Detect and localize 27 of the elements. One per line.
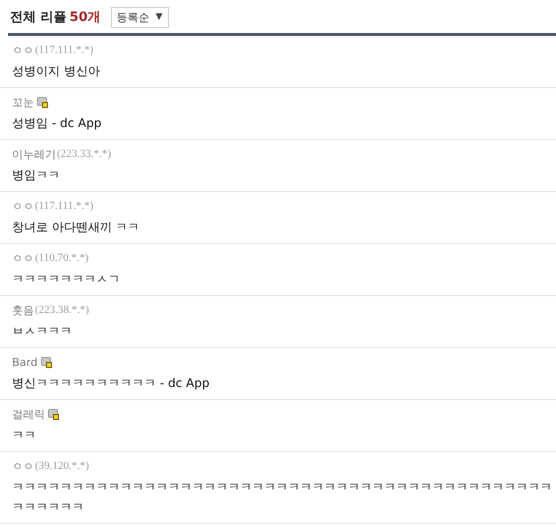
commenter-name: ㅇㅇ xyxy=(12,198,34,214)
ip-address: (117.111.*.*) xyxy=(35,200,94,212)
commenter-name: ㅇㅇ xyxy=(12,458,34,474)
sort-dropdown[interactable]: 등록순 ▼ xyxy=(110,6,169,28)
ip-address: (110.70.*.*) xyxy=(35,252,89,264)
ip-address: (223.38.*.*) xyxy=(35,304,90,316)
commenter-name: 꼬눈 xyxy=(12,94,34,110)
commenter-name: 이누레기 xyxy=(12,146,56,162)
ip-address: (39.120.*.*) xyxy=(35,460,90,472)
comment-text: 성병임 - dc App xyxy=(12,115,102,132)
commenter-name: 걸레릭 xyxy=(12,406,45,422)
ip-address: (117.111.*.*) xyxy=(35,44,94,56)
comment-text: 창녀로 아다뗀새끼 ㅋㅋ xyxy=(12,219,141,236)
ip-address: (223.33.*.*) xyxy=(57,148,112,160)
comment-text: ㅋㅋ xyxy=(12,427,37,444)
comment-text: 성병이지 병신아 xyxy=(12,63,101,80)
comment-text: 병신ㅋㅋㅋㅋㅋㅋㅋㅋㅋㅋ - dc App xyxy=(12,375,210,392)
comments-title: 전체 리플 xyxy=(10,9,67,26)
comment-text: 병임ㅋㅋ xyxy=(12,167,61,184)
comment-count: 50개 xyxy=(70,9,101,26)
comment-text: ㅋㅋㅋㅋㅋㅋㅋㅅㄱ xyxy=(12,271,121,288)
comment-text: ㅋㅋㅋㅋㅋㅋㅋㅋㅋㅋㅋㅋㅋㅋㅋㅋㅋㅋㅋㅋㅋㅋㅋㅋㅋㅋㅋㅋㅋㅋㅋㅋㅋㅋㅋㅋㅋㅋㅋㅋㅋㅋㅋㅋㅋㅋㅋㅋㅋㅋㅋ xyxy=(12,479,552,516)
comment-text: ㅂㅅㅋㅋㅋ xyxy=(12,323,73,340)
commenter-name: Bard xyxy=(12,356,38,368)
commenter-name: ㅇㅇ xyxy=(12,250,34,266)
commenter-name: 홋음 xyxy=(12,302,34,318)
commenter-name: ㅇㅇ xyxy=(12,42,34,58)
